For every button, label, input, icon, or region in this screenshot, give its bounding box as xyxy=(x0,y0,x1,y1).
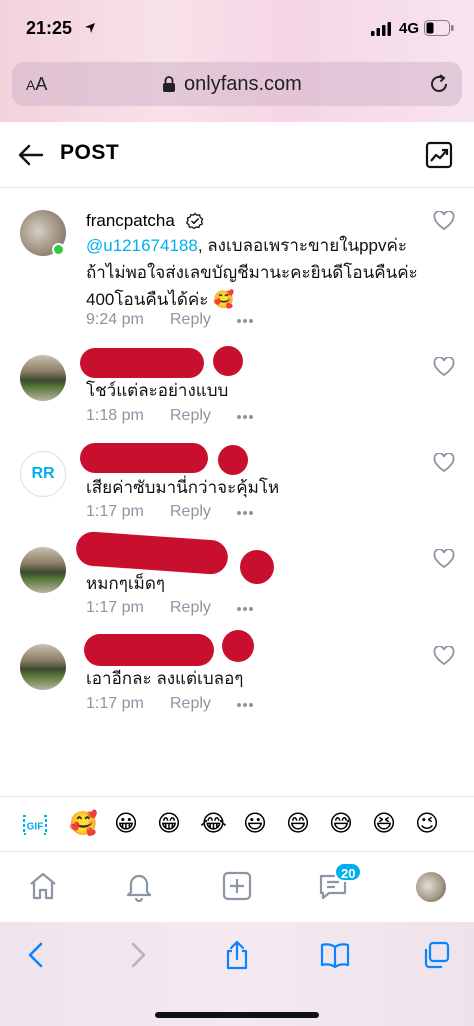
comment-time: 9:24 pm xyxy=(86,311,144,328)
home-icon[interactable] xyxy=(27,870,59,902)
status-time: 21:25 xyxy=(26,18,73,38)
comment-author-name[interactable]: francpatcha xyxy=(86,211,175,231)
comment-text: @u121674188, ลงเบลอเพราะขายในppvค่ะ ถ้าไ… xyxy=(86,236,418,309)
signal-icon xyxy=(371,22,391,36)
comment-text: หมกๆเม็ดๆ xyxy=(86,574,166,593)
add-post-icon[interactable] xyxy=(221,870,253,902)
gif-icon[interactable]: GIF xyxy=(22,814,48,836)
emoji-button[interactable]: 😀 xyxy=(114,810,138,838)
redacted-username xyxy=(74,530,230,576)
user-mention-link[interactable]: @u121674188 xyxy=(86,236,198,255)
share-icon[interactable] xyxy=(222,940,252,970)
profile-avatar[interactable] xyxy=(416,872,446,902)
browser-back-icon[interactable] xyxy=(22,940,52,970)
statistics-icon[interactable] xyxy=(425,141,453,169)
redacted-username xyxy=(80,348,204,378)
heart-icon[interactable] xyxy=(433,453,455,473)
bookmarks-icon[interactable] xyxy=(320,940,350,970)
comment-text: โชว์แต่ละอย่างแบบ xyxy=(86,381,229,400)
comment-text: เสียค่าซับมานี่กว่าจะคุ้มโห xyxy=(86,478,280,497)
heart-icon[interactable] xyxy=(433,357,455,377)
emoji-button[interactable]: 😅 xyxy=(329,810,353,838)
reload-icon[interactable] xyxy=(428,73,450,95)
avatar[interactable]: RR xyxy=(20,451,66,497)
emoji-quick-bar: GIF 🥰 😀 😁 😂 😃 😄 😅 😆 😉 xyxy=(0,796,474,852)
comment-item: เอาอีกละ ลงแต่เบลอๆ 1:17 pm Reply xyxy=(0,630,474,730)
emoji-button[interactable]: 🥰 xyxy=(69,810,98,838)
address-bar[interactable]: AA onlyfans.com xyxy=(12,62,462,106)
more-dots-icon[interactable] xyxy=(236,318,254,324)
avatar[interactable] xyxy=(20,547,66,593)
url-text[interactable]: onlyfans.com xyxy=(184,73,302,96)
emoji-button[interactable]: 😄 xyxy=(286,810,310,838)
comment-item: โชว์แต่ละอย่างแบบ 1:18 pm Reply xyxy=(0,345,474,437)
comment-time: 1:17 pm xyxy=(86,503,144,520)
redacted-username xyxy=(84,634,214,666)
emoji-button[interactable]: 😃 xyxy=(243,810,267,838)
status-bar: 21:25 4G xyxy=(0,0,474,58)
online-status-dot xyxy=(52,243,65,256)
messages-badge: 20 xyxy=(334,862,363,882)
emoji-button[interactable]: 😉 xyxy=(415,810,439,838)
comment-time: 1:17 pm xyxy=(86,599,144,616)
heart-icon[interactable] xyxy=(433,646,455,666)
emoji-button[interactable]: 😁 xyxy=(157,810,181,838)
redacted-mark xyxy=(213,346,243,376)
more-dots-icon[interactable] xyxy=(236,510,254,516)
reader-text-size-button[interactable]: AA xyxy=(26,74,47,95)
avatar[interactable] xyxy=(20,355,66,401)
comment-item: RR เสียค่าซับมานี่กว่าจะคุ้มโห 1:17 pm R… xyxy=(0,441,474,533)
reply-button[interactable]: Reply xyxy=(170,311,211,329)
more-dots-icon[interactable] xyxy=(236,414,254,420)
reply-button[interactable]: Reply xyxy=(170,599,211,617)
emoji-button[interactable]: 😆 xyxy=(372,810,396,838)
heart-icon[interactable] xyxy=(433,211,455,231)
browser-forward-icon[interactable] xyxy=(122,940,152,970)
more-dots-icon[interactable] xyxy=(236,702,254,708)
reply-button[interactable]: Reply xyxy=(170,503,211,521)
comment-text: เอาอีกละ ลงแต่เบลอๆ xyxy=(86,669,244,688)
redacted-mark xyxy=(218,445,248,475)
browser-toolbar xyxy=(0,922,474,1026)
network-type: 4G xyxy=(399,20,420,37)
post-header: POST xyxy=(0,122,474,188)
avatar[interactable] xyxy=(20,644,66,690)
heart-icon[interactable] xyxy=(433,549,455,569)
verified-icon xyxy=(186,212,204,230)
browser-top-area: 21:25 4G AA onlyfans.com xyxy=(0,0,474,122)
more-dots-icon[interactable] xyxy=(236,606,254,612)
emoji-button[interactable]: 😂 xyxy=(200,810,227,838)
location-arrow-icon xyxy=(85,23,95,33)
home-indicator xyxy=(155,1012,319,1018)
comment-time: 1:17 pm xyxy=(86,695,144,712)
redacted-username xyxy=(80,443,208,473)
reply-button[interactable]: Reply xyxy=(170,407,211,425)
back-arrow-icon[interactable] xyxy=(18,142,44,168)
tabs-icon[interactable] xyxy=(421,940,451,970)
battery-icon xyxy=(424,20,454,36)
redacted-mark xyxy=(222,630,254,662)
reply-button[interactable]: Reply xyxy=(170,695,211,713)
comment-item: francpatcha @u121674188, ลงเบลอเพราะขายใ… xyxy=(0,205,474,340)
bell-icon[interactable] xyxy=(123,870,155,902)
comment-item: หมกๆเม็ดๆ 1:17 pm Reply xyxy=(0,530,474,630)
lock-icon xyxy=(163,76,175,92)
comment-time: 1:18 pm xyxy=(86,407,144,424)
app-bottom-nav: 20 xyxy=(0,852,474,922)
page-title: POST xyxy=(60,141,120,164)
svg-text:GIF: GIF xyxy=(27,822,44,833)
